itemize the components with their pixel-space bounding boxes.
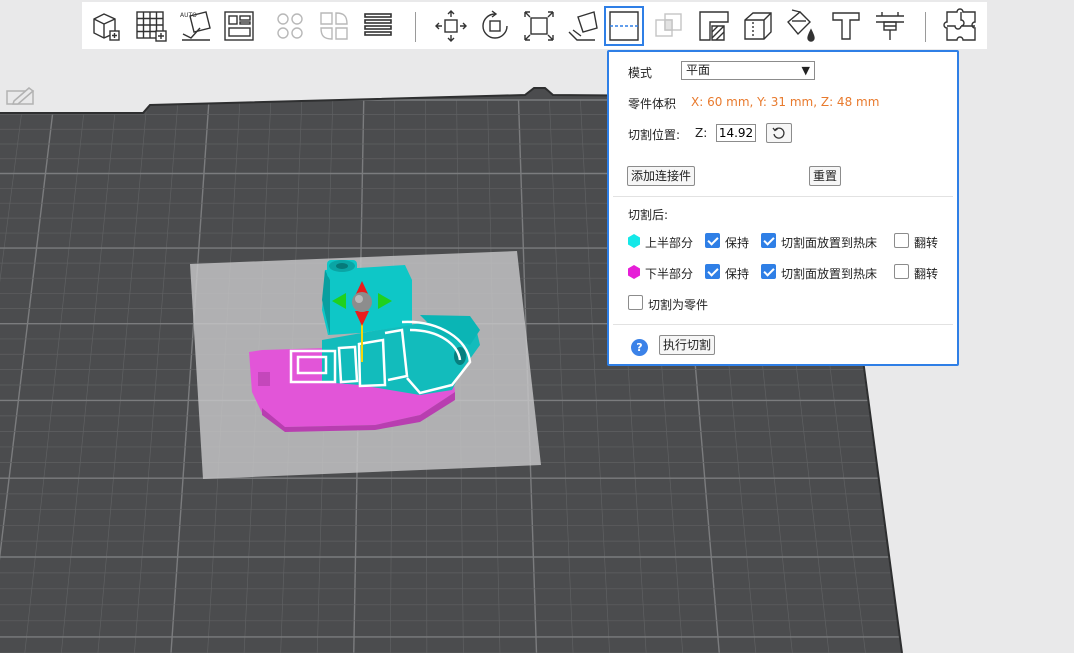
boolean-icon[interactable] — [649, 6, 689, 46]
volume-value: X: 60 mm, Y: 31 mm, Z: 48 mm — [691, 95, 880, 109]
upper-keep-checkbox[interactable] — [705, 233, 720, 248]
lower-keep-checkbox[interactable] — [705, 264, 720, 279]
lower-keep-label: 保持 — [725, 267, 750, 281]
color-paint-icon[interactable] — [782, 6, 822, 46]
auto-orient-icon[interactable]: AUTO — [176, 6, 216, 46]
lower-flip-checkbox[interactable] — [894, 264, 909, 279]
rotate-icon[interactable] — [475, 6, 515, 46]
text-icon[interactable] — [826, 6, 866, 46]
after-cut-label: 切割后: — [628, 208, 669, 222]
split-parts-icon[interactable] — [314, 6, 354, 46]
add-object-icon[interactable] — [86, 6, 126, 46]
edit-icon[interactable] — [5, 85, 37, 107]
panel-divider — [613, 196, 953, 197]
panel-divider — [613, 324, 953, 325]
toolbar-separator — [925, 12, 926, 42]
reset-icon — [772, 127, 785, 139]
z-label: Z: — [695, 126, 708, 140]
upper-part-label: 上半部分 — [645, 236, 694, 250]
arrange-icon[interactable] — [219, 6, 259, 46]
lower-part-label: 下半部分 — [645, 267, 694, 281]
support-paint-icon[interactable] — [694, 6, 734, 46]
cut-to-parts-label: 切割为零件 — [648, 298, 709, 312]
lower-place-on-bed-label: 切割面放置到热床 — [781, 267, 878, 281]
cut-icon[interactable] — [604, 6, 644, 46]
reset-position-button[interactable] — [766, 123, 792, 143]
seam-paint-icon[interactable] — [738, 6, 778, 46]
help-icon[interactable]: ? — [631, 339, 648, 356]
move-icon[interactable] — [431, 6, 471, 46]
cut-position-label: 切割位置: — [628, 128, 681, 142]
upper-keep-label: 保持 — [725, 236, 750, 250]
reset-button[interactable]: 重置 — [809, 166, 842, 186]
upper-place-on-bed-checkbox[interactable] — [761, 233, 776, 248]
mode-label: 模式 — [628, 66, 653, 80]
lower-place-on-bed-checkbox[interactable] — [761, 264, 776, 279]
split-objects-icon[interactable] — [270, 6, 310, 46]
layers-icon[interactable] — [358, 6, 398, 46]
upper-flip-checkbox[interactable] — [894, 233, 909, 248]
assembly-icon[interactable] — [941, 6, 981, 46]
z-position-input[interactable] — [716, 124, 756, 142]
cut-tool-panel: 模式 平面 ▼ 零件体积 X: 60 mm, Y: 31 mm, Z: 48 m… — [607, 50, 959, 366]
chevron-down-icon: ▼ — [801, 64, 810, 77]
lower-part-color-icon — [628, 265, 640, 279]
upper-place-on-bed-label: 切割面放置到热床 — [781, 236, 878, 250]
execute-cut-button[interactable]: 执行切割 — [659, 335, 716, 355]
mode-select[interactable]: 平面 ▼ — [681, 61, 815, 80]
top-toolbar: AUTO — [82, 2, 987, 49]
volume-label: 零件体积 — [628, 97, 677, 111]
upper-part-color-icon — [628, 234, 640, 248]
add-plate-icon[interactable] — [131, 6, 171, 46]
measure-icon[interactable] — [870, 6, 910, 46]
toolbar-separator — [415, 12, 416, 42]
mode-select-value: 平面 — [686, 63, 711, 77]
add-connector-button[interactable]: 添加连接件 — [627, 166, 696, 186]
lower-flip-label: 翻转 — [914, 267, 939, 281]
upper-flip-label: 翻转 — [914, 236, 939, 250]
lay-on-face-icon[interactable] — [563, 6, 603, 46]
scale-icon[interactable] — [519, 6, 559, 46]
cut-to-parts-checkbox[interactable] — [628, 295, 643, 310]
